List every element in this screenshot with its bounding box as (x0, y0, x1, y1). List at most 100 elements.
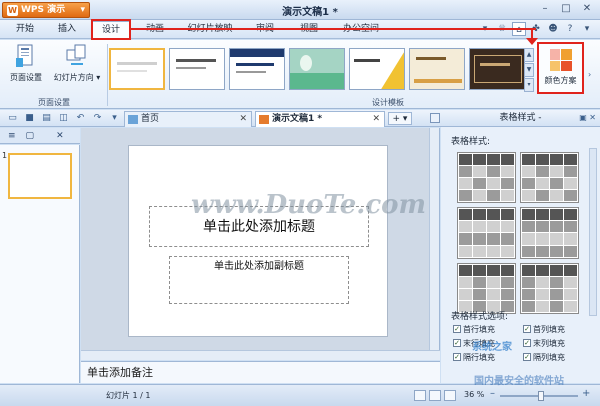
ribbon-separator (107, 44, 108, 106)
checkbox[interactable]: ✓ (453, 325, 461, 333)
tab-home[interactable]: 开始 (8, 21, 42, 39)
ribbon-scroll-right-icon[interactable]: › (588, 70, 591, 79)
close-pane-icon[interactable]: ✕ (56, 131, 64, 141)
new-tab-button[interactable]: + ▾ (388, 112, 412, 125)
panel-controls[interactable]: ▣ ✕ (579, 110, 596, 126)
page-setup-button[interactable]: 页面设置 (6, 44, 46, 83)
close-icon[interactable]: ✕ (578, 2, 596, 17)
annotation-arrow-head (526, 38, 538, 45)
tab-review[interactable]: 审阅 (248, 21, 282, 39)
tab-slideshow[interactable]: 幻灯片放映 (182, 21, 238, 39)
help-icon[interactable]: ? (563, 22, 577, 36)
reading-view-icon[interactable] (444, 390, 456, 401)
zoom-out-icon[interactable]: – (490, 388, 495, 399)
maximize-icon[interactable]: □ (557, 2, 575, 17)
sorter-view-icon[interactable] (429, 390, 441, 401)
table-style-option[interactable] (520, 207, 579, 259)
annotation-arrow (131, 28, 536, 30)
table-style-option[interactable] (457, 207, 516, 259)
option-label: 首行填充 (463, 324, 495, 334)
design-template-gallery (109, 48, 525, 92)
option-label: 末列填充 (533, 338, 565, 348)
tab-office-space[interactable]: 办公空间 (336, 21, 386, 39)
table-style-option[interactable] (520, 262, 579, 314)
close-tab-icon[interactable]: ✕ (239, 112, 247, 127)
group-page-setup-label: 页面设置 (38, 98, 70, 107)
close-tab-icon[interactable]: ✕ (372, 112, 380, 127)
template-thumb[interactable] (409, 48, 465, 90)
chevron-down-icon: ▾ (80, 5, 85, 15)
chevron-down-icon[interactable]: ▾ (108, 112, 121, 124)
ribbon: 页面设置 幻灯片方向 ▾ 页面设置 ▲ ▼ ▾ 设计模板 › (0, 40, 600, 109)
window-controls: – □ ✕ (536, 2, 596, 17)
save-icon[interactable]: ■ (23, 112, 36, 124)
table-style-option[interactable] (520, 152, 579, 204)
checkbox[interactable]: ✓ (453, 339, 461, 347)
tab-insert[interactable]: 插入 (50, 21, 84, 39)
notes-area[interactable]: 单击添加备注 (81, 361, 440, 383)
checkbox[interactable]: ✓ (523, 353, 531, 361)
zoom-level: 36 % (464, 390, 485, 399)
normal-view-icon[interactable] (414, 390, 426, 401)
slide-thumbnail[interactable] (8, 153, 72, 199)
undo-icon[interactable]: ↶ (74, 112, 87, 124)
redo-icon[interactable]: ↷ (91, 112, 104, 124)
print-preview-icon[interactable]: ◫ (57, 112, 70, 124)
restore-pane-icon[interactable] (430, 113, 440, 123)
tab-animation[interactable]: 动画 (138, 21, 172, 39)
subtitle-placeholder[interactable]: 单击此处添加副标题 (169, 256, 349, 304)
group-design-template-label: 设计模板 (372, 98, 404, 107)
zoom-in-icon[interactable]: + (582, 388, 590, 399)
panel-title[interactable]: 表格样式 - (499, 113, 541, 123)
template-thumb[interactable] (349, 48, 405, 90)
option-banded-columns[interactable]: ✓ 隔列填充 (523, 351, 593, 363)
table-style-option[interactable] (457, 262, 516, 314)
outline-view-icon[interactable]: ≡ (8, 131, 16, 141)
canvas-horizontal-scrollbar[interactable] (81, 350, 440, 360)
title-bar: W WPS 演示 ▾ 演示文稿1 * – □ ✕ (0, 0, 600, 20)
option-last-column[interactable]: ✓ 末列填充 (523, 337, 593, 349)
slide[interactable]: 单击此处添加标题 单击此处添加副标题 (128, 145, 388, 337)
minimize-icon[interactable]: – (536, 2, 554, 17)
design-tab-highlight (91, 19, 131, 40)
checkbox[interactable]: ✓ (523, 339, 531, 347)
option-label: 隔行填充 (463, 352, 495, 362)
doc-tab-home-label: 首页 (141, 114, 160, 124)
gallery-scroll-down-icon[interactable]: ▼ (524, 63, 534, 77)
template-thumb[interactable] (289, 48, 345, 90)
home-page-icon (128, 115, 138, 124)
app-menu-button[interactable]: W WPS 演示 ▾ (2, 2, 90, 18)
template-thumb[interactable] (109, 48, 165, 90)
doc-tab-presentation[interactable]: 演示文稿1 * ✕ (255, 111, 385, 127)
chevron-down-icon[interactable]: ▾ (580, 22, 594, 36)
panel-scrollbar[interactable] (589, 148, 597, 316)
table-style-option[interactable] (457, 152, 516, 204)
slides-view-icon[interactable]: ▢ (26, 131, 35, 141)
wps-logo-icon: W (7, 5, 18, 16)
view-buttons (414, 390, 456, 401)
user-icon[interactable]: ☻ (546, 22, 560, 36)
checkbox[interactable]: ✓ (523, 325, 531, 333)
gallery-expand-icon[interactable]: ▾ (524, 78, 534, 92)
slide-orientation-button[interactable]: 幻灯片方向 ▾ (50, 44, 104, 83)
zoom-slider-knob[interactable] (538, 391, 544, 401)
option-label: 首列填充 (533, 324, 565, 334)
site-watermark: www.DuoTe.com (191, 190, 427, 220)
color-scheme-button[interactable]: 颜色方案 (537, 42, 584, 94)
template-thumb[interactable] (469, 48, 525, 90)
print-icon[interactable]: ▤ (40, 112, 53, 124)
template-thumb[interactable] (229, 48, 285, 90)
gallery-scroll-up-icon[interactable]: ▲ (524, 48, 534, 62)
slide-orientation-label: 幻灯片方向 ▾ (53, 73, 101, 82)
slide-counter: 幻灯片 1 / 1 (106, 391, 151, 400)
doc-tab-home[interactable]: 首页 ✕ (124, 111, 252, 127)
corner-watermark: 国内最安全的软件站 (474, 376, 564, 387)
template-thumb[interactable] (169, 48, 225, 90)
option-first-row[interactable]: ✓ 首行填充 (453, 323, 523, 335)
checkbox[interactable]: ✓ (453, 353, 461, 361)
tab-view[interactable]: 视图 (292, 21, 326, 39)
option-first-column[interactable]: ✓ 首列填充 (523, 323, 593, 335)
canvas-vertical-scrollbar[interactable] (429, 128, 439, 350)
app-name: WPS 演示 (21, 5, 66, 15)
open-folder-icon[interactable]: ▭ (6, 112, 19, 124)
